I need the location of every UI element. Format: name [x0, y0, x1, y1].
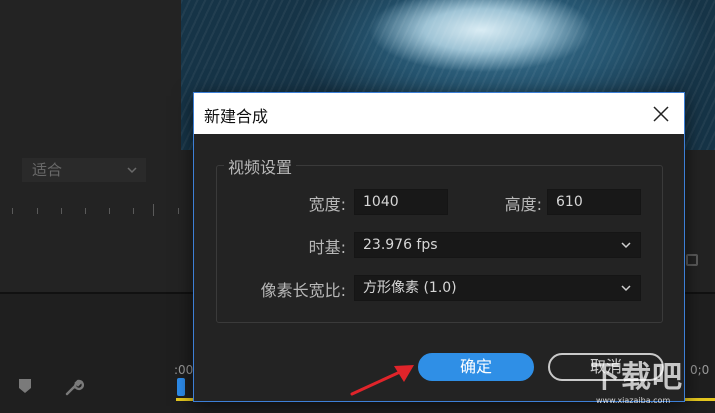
close-icon[interactable] — [644, 97, 678, 131]
fit-dropdown[interactable]: 适合 — [22, 158, 146, 182]
width-input[interactable] — [354, 189, 448, 215]
fit-dropdown-label: 适合 — [32, 161, 63, 179]
monitor-ruler — [0, 200, 195, 222]
pixel-aspect-label: 像素长宽比: — [260, 281, 346, 300]
video-settings-title: 视频设置 — [224, 154, 297, 178]
pixel-aspect-value: 方形像素 (1.0) — [363, 280, 457, 296]
timebase-label: 时基: — [308, 238, 346, 257]
timebase-value: 23.976 fps — [363, 237, 438, 253]
timecode-left: :00 — [174, 363, 194, 377]
watermark: 下载吧 www.xiazaiba.com — [590, 352, 715, 412]
red-arrow-annotation — [350, 365, 414, 396]
watermark-text: 下载吧 — [590, 360, 683, 395]
timebase-select[interactable]: 23.976 fps — [354, 232, 641, 258]
wrench-icon[interactable] — [64, 377, 85, 402]
watermark-url: www.xiazaiba.com — [596, 396, 671, 405]
ok-button[interactable]: 确定 — [418, 353, 534, 381]
width-label: 宽度: — [308, 195, 346, 214]
dialog-title: 新建合成 — [204, 107, 269, 126]
settings-glyph-icon[interactable] — [686, 254, 698, 266]
marker-icon[interactable] — [18, 378, 32, 399]
dialog-titlebar: 新建合成 — [194, 93, 684, 134]
pixel-aspect-select[interactable]: 方形像素 (1.0) — [354, 275, 641, 301]
chevron-down-icon — [620, 276, 632, 308]
chevron-down-icon — [620, 233, 632, 265]
height-input[interactable] — [547, 189, 641, 215]
playhead[interactable] — [177, 378, 185, 396]
height-label: 高度: — [504, 195, 542, 214]
chevron-down-icon — [126, 158, 138, 191]
